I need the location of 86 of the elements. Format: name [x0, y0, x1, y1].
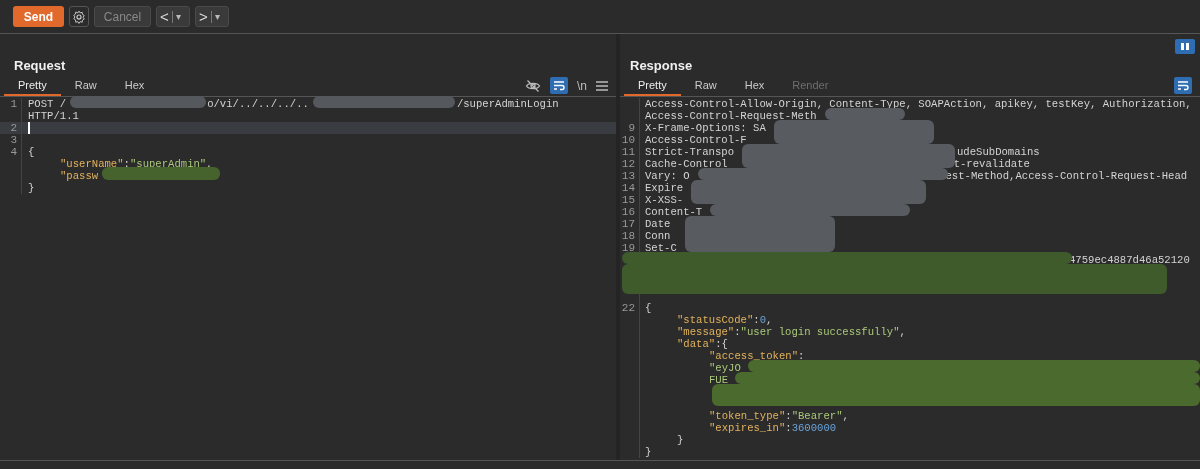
line-number: 9	[628, 122, 635, 134]
code-text: :	[123, 158, 130, 170]
back-button[interactable]: < ▾	[156, 6, 190, 27]
code-text: "token_type"	[708, 410, 786, 422]
code-text: ,	[766, 314, 773, 326]
line-number: 3	[10, 134, 17, 146]
code-text: /superAdminLogin	[456, 98, 559, 110]
code-text: Cache-Control	[645, 158, 728, 170]
line-number: 10	[621, 134, 635, 146]
code-text: Access-Control-Allow-Origin, Content-Type, SOAPAction, apikey, testKey, Authorization,	[645, 98, 1192, 110]
code-text: :{	[715, 338, 728, 350]
code-text: "userName"	[59, 158, 124, 170]
code-text: est-Method,Access-Control-Request-Head	[945, 170, 1188, 182]
code-text: ,	[206, 158, 213, 170]
code-text: {	[645, 302, 652, 314]
code-text: }	[676, 434, 684, 446]
line-number: 13	[621, 170, 635, 182]
code-text: :	[753, 314, 760, 326]
layout-toggle-icon[interactable]	[1175, 39, 1195, 54]
line-number: 12	[621, 158, 635, 170]
wrap-icon[interactable]	[1174, 77, 1192, 94]
code-text: POST /	[28, 98, 67, 110]
code-text: Access-Control-F	[645, 134, 747, 146]
pane-title: Response	[630, 58, 693, 75]
view-tab[interactable]: Hex	[110, 75, 159, 96]
code-text: :	[734, 326, 741, 338]
code-text: Vary: O	[645, 170, 690, 182]
line-number: 4	[10, 146, 17, 158]
code-text: ,	[842, 410, 849, 422]
line-number: 19	[621, 242, 635, 254]
code-text: FUE	[708, 374, 729, 386]
line-number: 18	[621, 230, 635, 242]
code-text: "eyJO	[708, 362, 741, 374]
line-number: 22	[621, 302, 635, 314]
code-text: Access-Control-Request-Meth	[645, 110, 817, 122]
code-text: :	[798, 350, 805, 362]
code-text: X-Frame-Options: SA	[645, 122, 766, 134]
code-text: Strict-Transpo	[645, 146, 734, 158]
code-text: udeSubDomains	[957, 146, 1040, 158]
code-text: Date	[645, 218, 671, 230]
code-text: :	[785, 410, 792, 422]
settings-button[interactable]	[69, 6, 89, 27]
code-text: HTTP/1.1	[28, 110, 79, 122]
view-tab[interactable]: Hex	[730, 75, 779, 96]
line-number: 11	[621, 146, 635, 158]
forward-button[interactable]: > ▾	[195, 6, 229, 27]
view-tab[interactable]: Pretty	[624, 75, 681, 96]
code-text: 0	[759, 314, 766, 326]
wrap-icon[interactable]	[550, 77, 568, 94]
newline-toggle[interactable]: \n	[577, 78, 587, 93]
code-text: Set-C	[645, 242, 677, 254]
code-text: "expires_in"	[708, 422, 786, 434]
code-text: }	[645, 446, 652, 458]
line-number: 15	[621, 194, 635, 206]
code-text: "user login successfully"	[740, 326, 900, 338]
code-text: ,	[899, 326, 906, 338]
hide-icon[interactable]	[525, 77, 541, 94]
code-text: 4759ec4887d46a52120	[1069, 254, 1190, 266]
code-text: "message"	[676, 326, 735, 338]
code-text: "superAdmin"	[129, 158, 207, 170]
code-text: }	[28, 182, 35, 194]
code-text: Expire	[645, 182, 684, 194]
code-text: "Bearer"	[791, 410, 843, 422]
code-text: {	[28, 146, 35, 158]
code-text: t-revalidate	[953, 158, 1030, 170]
view-tab[interactable]: Raw	[680, 75, 731, 96]
code-text: "access_token"	[708, 350, 798, 362]
menu-icon[interactable]	[596, 80, 608, 91]
code-text: "passw	[59, 170, 99, 182]
line-number: 14	[621, 182, 635, 194]
code-text: X-XSS-	[645, 194, 684, 206]
line-number: 1	[10, 98, 17, 110]
code-text: "data"	[676, 338, 716, 350]
code-text: :	[785, 422, 792, 434]
code-text: Content-T	[645, 206, 703, 218]
view-tab[interactable]: Raw	[60, 75, 111, 96]
code-text: 3600000	[791, 422, 837, 434]
line-number: 17	[621, 218, 635, 230]
text-cursor	[28, 122, 30, 134]
code-text: "statusCode"	[676, 314, 754, 326]
line-number: 2	[10, 122, 17, 134]
code-text: Conn	[645, 230, 671, 242]
code-text: o/vi/../../../..	[207, 98, 309, 110]
view-tab[interactable]: Pretty	[4, 75, 61, 96]
line-number: 16	[621, 206, 635, 218]
pane-title: Request	[14, 58, 66, 75]
